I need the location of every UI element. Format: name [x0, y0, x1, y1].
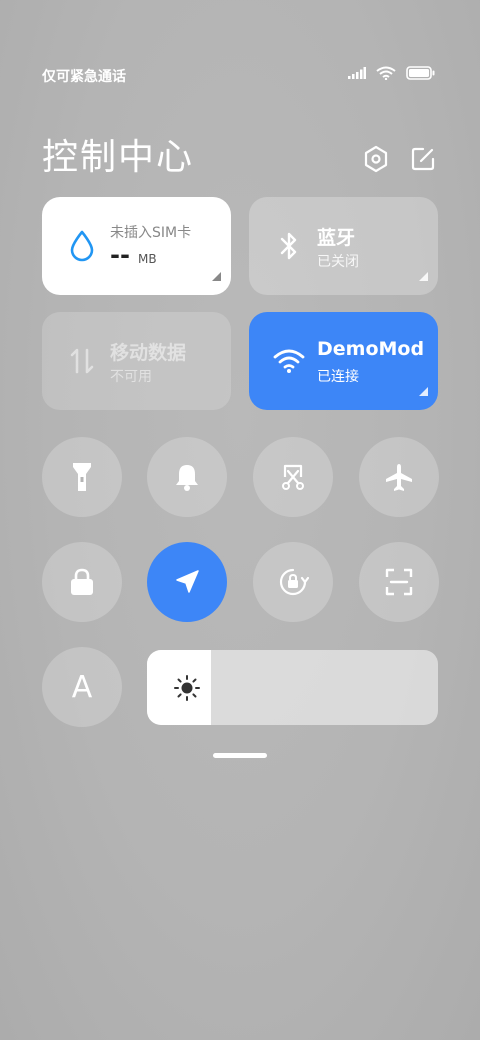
- status-icons: [348, 66, 436, 80]
- expand-corner-icon: [212, 272, 221, 281]
- scan-toggle[interactable]: [359, 542, 439, 622]
- lock-icon: [71, 568, 93, 595]
- wifi-icon: [273, 345, 305, 377]
- auto-brightness-toggle[interactable]: A: [42, 647, 122, 727]
- expand-corner-icon: [419, 387, 428, 396]
- rotation-lock-toggle[interactable]: [253, 542, 333, 622]
- status-text: 仅可紧急通话: [42, 69, 126, 85]
- wifi-network-name: DemoMod: [317, 338, 425, 360]
- location-toggle[interactable]: [147, 542, 227, 622]
- data-arrows-icon: [66, 345, 98, 377]
- wifi-tile[interactable]: DemoMod 已连接: [249, 312, 438, 410]
- sim-status-label: 未插入SIM卡: [110, 225, 192, 241]
- data-usage-value: --: [110, 241, 130, 269]
- sun-icon: [173, 674, 201, 706]
- mobile-data-title: 移动数据: [110, 342, 187, 364]
- wifi-status: 已连接: [317, 369, 359, 385]
- data-usage-unit: MB: [138, 252, 157, 266]
- drag-handle[interactable]: [213, 753, 267, 758]
- screenshot-toggle[interactable]: [253, 437, 333, 517]
- bluetooth-icon: [273, 230, 305, 262]
- lock-screen-toggle[interactable]: [42, 542, 122, 622]
- flashlight-toggle[interactable]: [42, 437, 122, 517]
- edit-icon[interactable]: [408, 144, 438, 174]
- bluetooth-status: 已关闭: [317, 254, 359, 270]
- bell-icon: [176, 465, 198, 491]
- airplane-icon: [386, 464, 412, 491]
- silent-toggle[interactable]: [147, 437, 227, 517]
- auto-brightness-label: A: [71, 669, 93, 705]
- expand-corner-icon: [419, 272, 428, 281]
- mobile-data-tile[interactable]: 移动数据 不可用: [42, 312, 231, 410]
- settings-hex-icon[interactable]: [361, 144, 391, 174]
- rotation-lock-icon: [279, 568, 309, 596]
- page-title: 控制中心: [42, 137, 195, 178]
- wifi-status-icon: [376, 66, 396, 80]
- mobile-data-status: 不可用: [110, 369, 152, 385]
- brightness-slider[interactable]: [147, 650, 438, 725]
- battery-icon: [406, 66, 435, 80]
- signal-icon: [348, 67, 366, 79]
- water-drop-icon: [66, 230, 98, 262]
- flashlight-icon: [73, 463, 91, 491]
- location-icon: [176, 570, 199, 593]
- data-usage-tile[interactable]: 未插入SIM卡 -- MB: [42, 197, 231, 295]
- airplane-toggle[interactable]: [359, 437, 439, 517]
- scan-icon: [385, 568, 413, 596]
- bluetooth-title: 蓝牙: [317, 227, 356, 249]
- bluetooth-tile[interactable]: 蓝牙 已关闭: [249, 197, 438, 295]
- screenshot-icon: [282, 464, 304, 490]
